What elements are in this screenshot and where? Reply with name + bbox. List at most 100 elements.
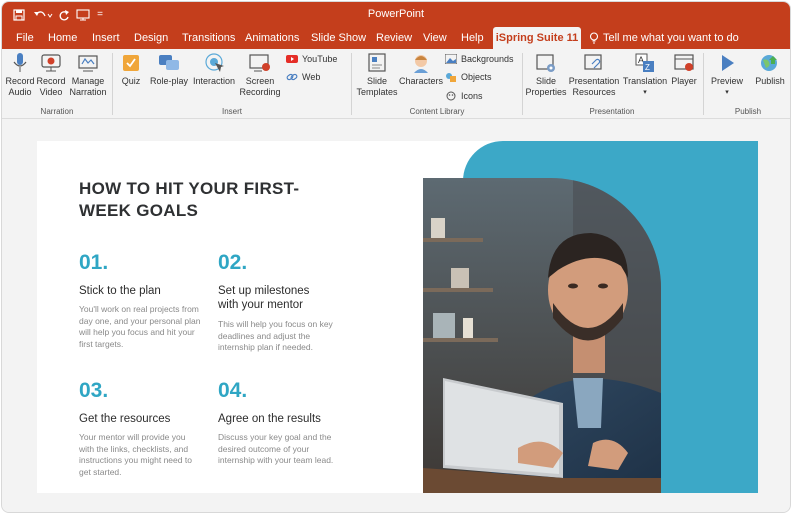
player-icon — [674, 54, 694, 71]
youtube-button[interactable]: YouTube — [286, 54, 337, 64]
backgrounds-button[interactable]: Backgrounds — [445, 54, 514, 64]
tab-insert[interactable]: Insert — [92, 27, 120, 49]
window-title: PowerPoint — [367, 8, 425, 20]
tell-me-search[interactable]: Tell me what you want to do — [589, 27, 739, 49]
item-number: 03. — [79, 379, 109, 402]
backgrounds-label: Backgrounds — [461, 54, 514, 64]
record-video-label: Record Video — [36, 76, 66, 97]
slide-properties-button[interactable]: Slide Properties — [524, 52, 568, 98]
ribbon-separator — [351, 53, 352, 115]
role-play-button[interactable]: Role-play — [149, 52, 189, 87]
group-insert-label: Insert — [221, 107, 242, 116]
quiz-label: Quiz — [121, 76, 141, 86]
tab-file[interactable]: File — [16, 27, 34, 49]
quiz-icon — [123, 55, 139, 71]
role-play-icon — [159, 55, 179, 70]
player-button[interactable]: Player — [670, 52, 698, 87]
screen-recording-icon — [249, 54, 270, 72]
lightbulb-icon — [589, 32, 599, 44]
manage-narration-button[interactable]: Manage Narration — [68, 52, 108, 98]
record-video-button[interactable]: Record Video — [36, 52, 66, 98]
characters-label: Characters — [399, 76, 444, 86]
translation-icon: AZ — [635, 53, 654, 72]
tab-slide-show[interactable]: Slide Show — [311, 27, 366, 49]
icons-icon — [446, 91, 456, 101]
publish-button[interactable]: Publish — [752, 52, 788, 87]
slide-canvas: HOW TO HIT YOUR FIRST-WEEK GOALS 01. Sti… — [2, 120, 790, 512]
slide-headline: HOW TO HIT YOUR FIRST-WEEK GOALS — [79, 179, 300, 220]
item-body: You'll work on real projects from day on… — [79, 304, 201, 349]
interaction-icon — [205, 53, 224, 72]
web-button[interactable]: Web — [286, 72, 320, 82]
record-audio-label: Record Audio — [5, 76, 35, 97]
translation-button[interactable]: AZ Translation ▾ — [622, 52, 668, 98]
preview-label: Preview — [710, 76, 743, 86]
interaction-label: Interaction — [192, 76, 236, 86]
chevron-down-icon: ▾ — [643, 89, 647, 96]
screen-recording-button[interactable]: Screen Recording — [238, 52, 282, 98]
record-audio-button[interactable]: Record Audio — [5, 52, 35, 98]
ribbon-separator — [703, 53, 704, 115]
slide[interactable]: HOW TO HIT YOUR FIRST-WEEK GOALS 01. Sti… — [37, 141, 758, 493]
web-label: Web — [302, 72, 321, 82]
objects-label: Objects — [461, 72, 492, 82]
microphone-icon — [13, 53, 27, 72]
publish-globe-icon — [761, 55, 777, 71]
tab-help[interactable]: Help — [461, 27, 484, 49]
link-icon — [286, 73, 298, 81]
objects-icon — [446, 73, 456, 82]
svg-text:Z: Z — [645, 63, 650, 72]
tab-transitions[interactable]: Transitions — [182, 27, 235, 49]
presentation-resources-icon — [584, 54, 602, 70]
translation-label: Translation — [622, 76, 668, 86]
tab-home[interactable]: Home — [48, 27, 77, 49]
item-number: 04. — [218, 379, 248, 402]
ribbon-tabs: File Home Insert Design Transitions Anim… — [2, 27, 790, 49]
tab-review[interactable]: Review — [376, 27, 412, 49]
chevron-down-icon: ▾ — [725, 89, 729, 96]
slide-templates-button[interactable]: Slide Templates — [356, 52, 398, 98]
slide-templates-label: Slide Templates — [356, 76, 398, 97]
youtube-icon — [286, 55, 298, 63]
tab-view[interactable]: View — [423, 27, 447, 49]
manage-narration-icon — [78, 55, 98, 72]
publish-label: Publish — [755, 76, 785, 86]
interaction-button[interactable]: Interaction — [192, 52, 236, 87]
icons-label: Icons — [461, 91, 483, 101]
youtube-label: YouTube — [302, 54, 338, 64]
quiz-button[interactable]: Quiz — [118, 52, 144, 87]
tab-design[interactable]: Design — [134, 27, 168, 49]
item-title: Get the resources — [79, 413, 171, 425]
ribbon: Record Audio Record Video Manage Narrati… — [2, 49, 790, 119]
characters-button[interactable]: Characters — [399, 52, 444, 87]
player-label: Player — [671, 76, 697, 86]
group-publish-label: Publish — [734, 107, 762, 116]
ribbon-separator — [112, 53, 113, 115]
objects-button[interactable]: Objects — [445, 72, 492, 82]
item-body: This will help you focus on key deadline… — [218, 319, 333, 352]
item-title: Agree on the results — [218, 413, 321, 425]
title-bar: = PowerPoint — [2, 2, 790, 27]
presentation-resources-label: Presentation Resources — [568, 76, 620, 97]
tab-ispring-suite[interactable]: iSpring Suite 11 — [493, 27, 581, 49]
slide-properties-label: Slide Properties — [525, 76, 567, 97]
item-number: 01. — [79, 251, 109, 274]
group-presentation-label: Presentation — [589, 107, 635, 116]
manage-narration-label: Manage Narration — [69, 76, 107, 97]
screen-recording-label: Screen Recording — [239, 76, 281, 97]
tab-animations[interactable]: Animations — [245, 27, 299, 49]
play-icon — [722, 55, 734, 71]
presentation-resources-button[interactable]: Presentation Resources — [568, 52, 620, 98]
webcam-icon — [41, 54, 61, 72]
tell-me-label: Tell me what you want to do — [603, 32, 739, 44]
person-with-laptop-photo — [423, 178, 661, 493]
powerpoint-window: = PowerPoint File Home Insert Design Tra… — [1, 1, 791, 513]
character-icon — [414, 55, 428, 73]
preview-button[interactable]: Preview ▾ — [710, 52, 744, 98]
slide-properties-icon — [536, 54, 555, 72]
group-content-library-label: Content Library — [409, 107, 465, 116]
group-narration-label: Narration — [40, 107, 74, 116]
icons-button[interactable]: Icons — [445, 91, 483, 101]
ribbon-separator — [522, 53, 523, 115]
item-title: Stick to the plan — [79, 285, 161, 297]
